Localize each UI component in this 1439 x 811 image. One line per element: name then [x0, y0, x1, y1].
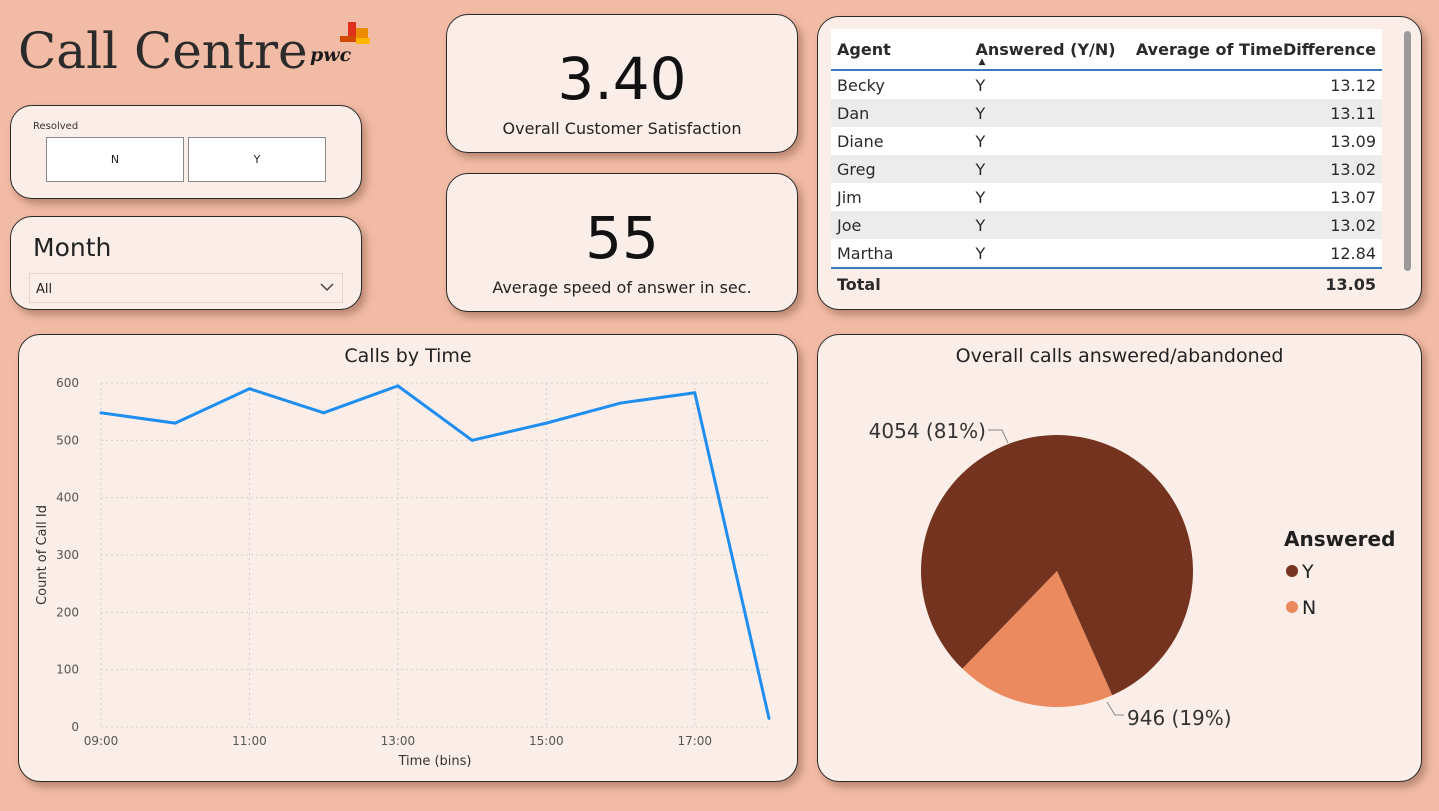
y-tick-label: 0 [71, 720, 79, 734]
total-value-cell: 13.05 [1129, 267, 1382, 299]
y-tick-label: 500 [56, 433, 79, 447]
month-slicer-label: Month [33, 233, 112, 262]
avg-time-cell: 12.84 [1330, 243, 1376, 263]
data-point [619, 401, 623, 405]
y-axis-label: Count of Call Id [35, 505, 50, 605]
table-row[interactable]: Joe Y 13.02 [831, 211, 1382, 239]
agent-cell: Becky [837, 75, 885, 95]
avg-time-cell: 13.12 [1330, 75, 1376, 95]
line-chart: 0 100 200 300 400 500 600 09:00 11:00 13:00 15:00 1… [35, 376, 771, 769]
table-row[interactable]: Jim Y 13.07 [831, 183, 1382, 211]
legend-marker-n [1286, 601, 1298, 613]
x-tick-label: 17:00 [677, 734, 712, 748]
pwc-logo: pwc [310, 22, 374, 68]
data-point [99, 411, 103, 415]
kpi-value-speed: 55 [585, 204, 659, 272]
avg-time-cell: 13.07 [1330, 187, 1376, 207]
calls-by-time-card: Calls by Time 0 100 200 300 400 500 600 09:00 11… [18, 334, 798, 782]
table-row[interactable]: Martha Y 12.84 [831, 239, 1382, 268]
resolved-option-n[interactable]: N [46, 137, 184, 182]
agent-cell: Greg [831, 155, 970, 183]
column-header-answered[interactable]: Answered (Y/N) ▲ [969, 29, 1130, 71]
data-point [693, 391, 697, 395]
answered-cell: Y [969, 155, 1130, 183]
table-row[interactable]: Diane Y 13.09 [831, 127, 1382, 155]
column-header-avg-time[interactable]: Average of TimeDifference [1129, 29, 1382, 71]
data-point [470, 438, 474, 442]
x-axis-label: Time (bins) [398, 754, 472, 769]
agent-table-card: Agent Answered (Y/N) ▲ Average of TimeDi… [817, 16, 1422, 310]
agent-cell: Joe [831, 211, 970, 239]
legend-label-n: N [1302, 597, 1316, 619]
resolved-slicer: Resolved N Y [10, 105, 362, 199]
table-total-row: Total 13.05 [831, 267, 1382, 299]
data-point [173, 421, 177, 425]
table-row[interactable]: Greg Y 13.02 [831, 155, 1382, 183]
y-tick-label: 600 [56, 376, 79, 390]
x-tick-label: 09:00 [84, 734, 119, 748]
kpi-label-satisfaction: Overall Customer Satisfaction [502, 119, 742, 138]
agent-table: Agent Answered (Y/N) ▲ Average of TimeDi… [831, 29, 1382, 299]
data-point [544, 421, 548, 425]
series-line [100, 384, 771, 719]
data-point [247, 387, 251, 391]
month-slicer: Month All [10, 216, 362, 310]
column-header-agent[interactable]: Agent [831, 29, 970, 71]
calls-answered-card: Overall calls answered/abandoned 4054 (8… [817, 334, 1422, 782]
agent-cell: Diane [837, 131, 884, 151]
agent-cell: Martha [837, 243, 894, 263]
answered-cell: Y [969, 99, 1130, 127]
y-tick-label: 100 [56, 663, 79, 677]
resolved-option-y[interactable]: Y [188, 137, 326, 182]
data-label-n: 946 (19%) [1127, 706, 1232, 730]
leader-line [988, 429, 1009, 444]
kpi-card-satisfaction: 3.40 Overall Customer Satisfaction [446, 14, 798, 153]
agent-cell: Jim [837, 187, 862, 207]
column-header-answered-label: Answered (Y/N) [975, 39, 1116, 59]
agent-cell: Dan [831, 99, 970, 127]
avg-time-cell: 13.02 [1129, 155, 1382, 183]
legend-marker-y [1286, 565, 1298, 577]
answered-cell: Y [975, 243, 986, 263]
table-row[interactable]: Dan Y 13.11 [831, 99, 1382, 127]
y-tick-label: 400 [56, 491, 79, 505]
legend-title: Answered [1284, 527, 1395, 551]
resolved-slicer-label: Resolved [33, 121, 79, 132]
table-scrollbar[interactable] [1404, 31, 1411, 271]
y-tick-label: 300 [56, 548, 79, 562]
total-answered-cell [969, 267, 1130, 299]
answered-cell: Y [969, 211, 1130, 239]
sort-ascending-icon: ▲ [978, 57, 986, 67]
month-dropdown-value: All [36, 282, 53, 297]
leader-line [1106, 701, 1124, 716]
kpi-card-speed: 55 Average speed of answer in sec. [446, 173, 798, 312]
answered-cell: Y [975, 75, 986, 95]
table-header-row: Agent Answered (Y/N) ▲ Average of TimeDi… [831, 29, 1382, 71]
x-tick-label: 15:00 [529, 734, 564, 748]
kpi-value-satisfaction: 3.40 [557, 45, 687, 113]
answered-cell: Y [975, 187, 986, 207]
data-point [767, 716, 771, 720]
table-row[interactable]: Becky Y 13.12 [831, 70, 1382, 99]
x-tick-label: 11:00 [232, 734, 267, 748]
pwc-logo-text: pwc [310, 44, 352, 66]
answered-cell: Y [975, 131, 986, 151]
chevron-down-icon [320, 283, 334, 292]
legend-label-y: Y [1301, 561, 1314, 583]
pie-chart: 4054 (81%) 946 (19%) Answered YN [869, 419, 1396, 730]
data-point [396, 384, 400, 388]
month-dropdown[interactable]: All [29, 273, 343, 303]
avg-time-cell: 13.11 [1129, 99, 1382, 127]
avg-time-cell: 13.02 [1129, 211, 1382, 239]
y-tick-label: 200 [56, 605, 79, 619]
page-title: Call Centre [18, 22, 308, 80]
x-tick-label: 13:00 [381, 734, 416, 748]
avg-time-cell: 13.09 [1330, 131, 1376, 151]
total-label-cell: Total [831, 267, 970, 299]
kpi-label-speed: Average speed of answer in sec. [492, 278, 752, 297]
data-label-y: 4054 (81%) [869, 419, 986, 443]
data-point [322, 411, 326, 415]
